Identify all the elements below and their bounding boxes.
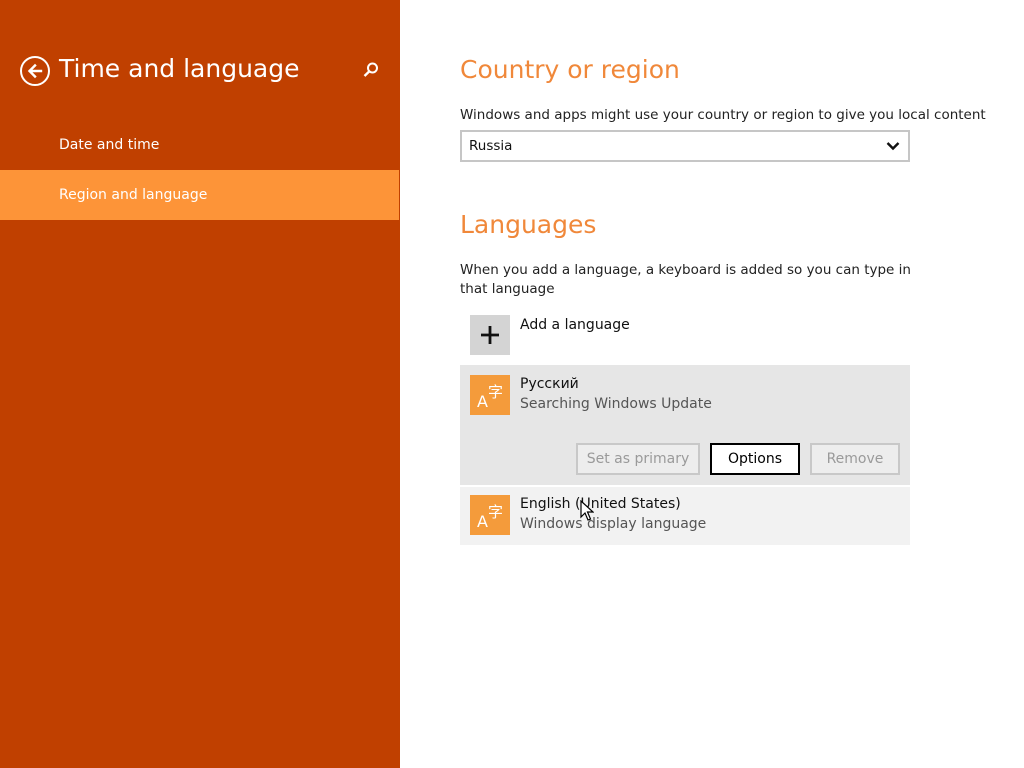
sidebar-item-region-and-language[interactable]: Region and language <box>0 170 399 220</box>
sidebar-item-date-and-time[interactable]: Date and time <box>0 120 399 170</box>
language-status: Windows display language <box>520 516 707 532</box>
languages-section-title: Languages <box>460 210 597 239</box>
language-name: Русский <box>520 376 579 392</box>
remove-button[interactable]: Remove <box>810 443 900 475</box>
country-section-title: Country or region <box>460 55 680 84</box>
language-tile: A 字 <box>470 375 510 415</box>
chevron-down-icon <box>886 142 900 151</box>
sidebar-item-label: Date and time <box>59 137 160 153</box>
language-tile: A 字 <box>470 495 510 535</box>
country-description: Windows and apps might use your country … <box>460 107 986 123</box>
add-language-label: Add a language <box>520 317 630 333</box>
sidebar-item-label: Region and language <box>59 187 208 203</box>
language-icon: A 字 <box>477 383 503 411</box>
search-button[interactable] <box>361 60 381 80</box>
language-item-english[interactable]: A 字 English (United States) Windows disp… <box>460 487 910 545</box>
page-title: Time and language <box>59 54 300 83</box>
country-dropdown-value: Russia <box>469 138 513 154</box>
back-arrow-icon <box>27 63 43 79</box>
mouse-cursor-icon <box>580 500 594 521</box>
language-item-russian[interactable]: A 字 Русский Searching Windows Update Set… <box>460 365 910 485</box>
search-icon <box>363 62 378 77</box>
language-status: Searching Windows Update <box>520 396 712 412</box>
plus-icon <box>481 326 499 344</box>
language-icon: A 字 <box>477 503 503 531</box>
plus-tile <box>470 315 510 355</box>
back-button[interactable] <box>20 56 50 86</box>
svg-text:A: A <box>477 512 488 531</box>
country-dropdown[interactable]: Russia <box>460 130 910 162</box>
svg-text:字: 字 <box>488 503 503 521</box>
svg-text:字: 字 <box>488 383 503 401</box>
add-language-button[interactable]: Add a language <box>460 310 910 358</box>
sidebar: Time and language Date and time Region a… <box>0 0 400 768</box>
languages-description: When you add a language, a keyboard is a… <box>460 262 911 297</box>
svg-text:A: A <box>477 392 488 411</box>
options-button[interactable]: Options <box>710 443 800 475</box>
set-as-primary-button[interactable]: Set as primary <box>576 443 700 475</box>
language-name: English (United States) <box>520 496 681 512</box>
